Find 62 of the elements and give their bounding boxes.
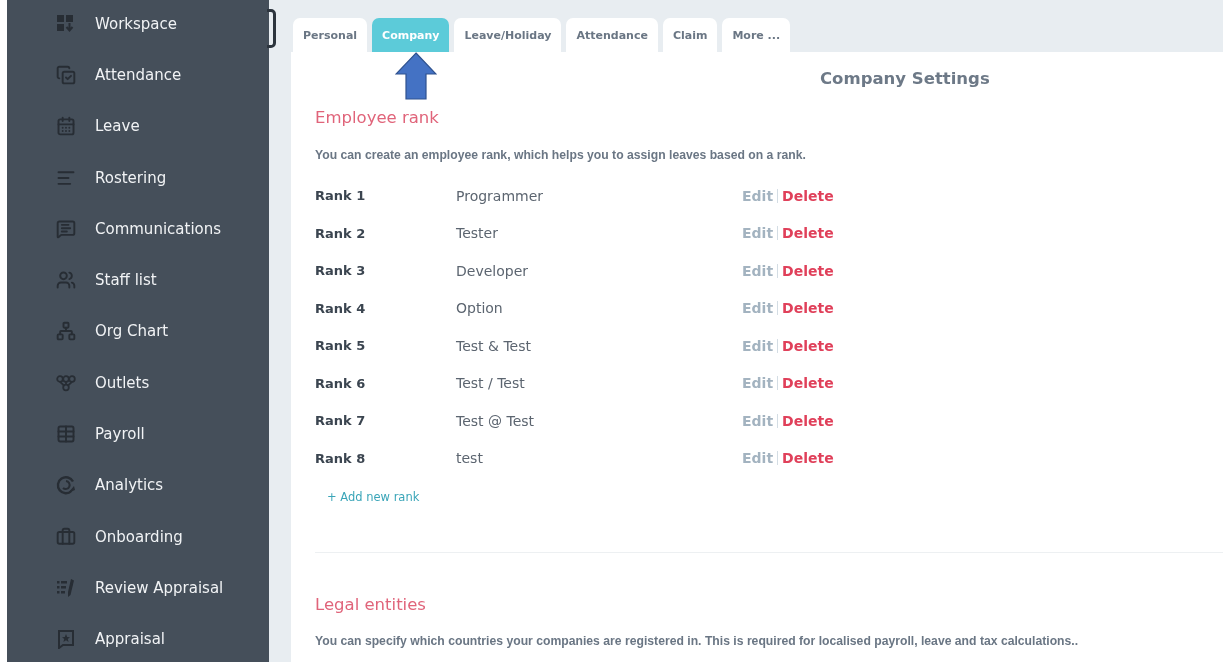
delete-link[interactable]: Delete xyxy=(782,262,834,279)
circles-icon xyxy=(56,372,76,393)
rank-name: Test & Test xyxy=(456,337,531,354)
sidebar-item[interactable]: Appraisal xyxy=(7,613,269,662)
briefcase-icon xyxy=(56,526,76,547)
rank-name: test xyxy=(456,450,483,467)
tab[interactable]: Claim xyxy=(662,18,718,52)
add-rank-link[interactable]: + Add new rank xyxy=(327,489,420,505)
sidebar-item[interactable]: Onboarding xyxy=(7,510,269,563)
rank-label: Rank 1 xyxy=(315,188,366,204)
star-document-icon xyxy=(56,629,76,650)
tab[interactable]: Attendance xyxy=(566,18,658,52)
rank-label: Rank 7 xyxy=(315,413,366,429)
tab[interactable]: More ... xyxy=(722,18,791,52)
grid-arrow-icon xyxy=(56,13,76,34)
people-icon xyxy=(56,270,76,291)
rank-name: Tester xyxy=(456,225,498,242)
checkbox-stack-icon xyxy=(56,64,76,85)
delete-link[interactable]: Delete xyxy=(782,375,834,392)
delete-link[interactable]: Delete xyxy=(782,187,834,204)
rank-label: Rank 4 xyxy=(315,300,366,316)
table-icon xyxy=(56,424,76,444)
tab[interactable]: Leave/Holiday xyxy=(454,18,562,52)
sidebar-item[interactable]: Attendance xyxy=(7,49,269,101)
calendar-icon xyxy=(56,116,76,137)
pen-list-icon xyxy=(56,577,76,598)
rank-name: Programmer xyxy=(456,187,544,204)
rank-name: Developer xyxy=(456,262,528,279)
arrow-up-icon xyxy=(395,52,437,100)
sidebar-item[interactable]: Rostering xyxy=(7,151,269,204)
bracket-icon xyxy=(267,9,276,48)
sidebar-item[interactable]: Workspace xyxy=(7,0,269,50)
rank-label: Rank 8 xyxy=(315,450,366,466)
delete-link[interactable]: Delete xyxy=(782,337,834,354)
rank-label: Rank 3 xyxy=(315,263,366,279)
rank-label: Rank 6 xyxy=(315,375,366,391)
rank-name: Test @ Test xyxy=(456,412,535,429)
delete-link[interactable]: Delete xyxy=(782,225,834,242)
sidebar-item[interactable]: Staff list xyxy=(7,254,269,306)
sidebar-item[interactable]: Communications xyxy=(7,203,269,255)
sidebar-item[interactable]: Payroll xyxy=(7,408,269,460)
section-description: You can specify which countries your companies are registered in. This is required for localised payroll, leave and tax calculations.. xyxy=(315,633,1079,649)
page-title: Company Settings xyxy=(820,68,990,90)
sidebar-item[interactable]: Analytics xyxy=(7,459,269,511)
sidebar-item[interactable]: Leave xyxy=(7,100,269,152)
sidebar-item[interactable]: Review Appraisal xyxy=(7,562,269,614)
rank-name: Test / Test xyxy=(456,375,525,392)
rank-label: Rank 5 xyxy=(315,338,366,354)
rank-label: Rank 2 xyxy=(315,225,366,241)
hierarchy-icon xyxy=(56,321,76,342)
delete-link[interactable]: Delete xyxy=(782,300,834,317)
delete-link[interactable]: Delete xyxy=(782,450,834,467)
ring-icon xyxy=(56,475,76,496)
section-heading: Legal entities xyxy=(315,594,426,616)
sidebar-item[interactable]: Org Chart xyxy=(7,305,269,358)
section-description: You can create an employee rank, which helps you to assign leaves based on a rank. xyxy=(315,147,806,163)
section-heading: Employee rank xyxy=(315,107,439,129)
sidebar-item[interactable]: Outlets xyxy=(7,357,269,409)
chat-icon xyxy=(56,218,76,239)
delete-link[interactable]: Delete xyxy=(782,412,834,429)
tab[interactable]: Personal xyxy=(293,18,368,52)
rank-name: Option xyxy=(456,300,503,317)
